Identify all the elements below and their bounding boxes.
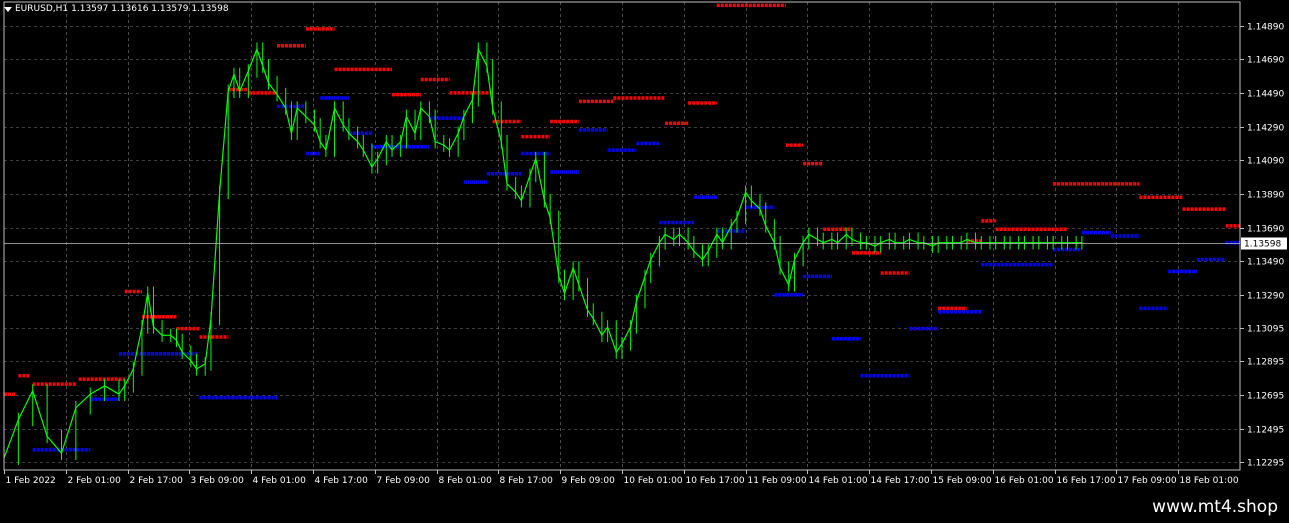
- y-tick-label: 1.13490: [1247, 258, 1284, 268]
- y-tick-label: 1.14090: [1247, 157, 1284, 167]
- x-tick-label: 14 Feb 17:00: [871, 476, 930, 486]
- price-chart[interactable]: 1.14890 1.14690 1.14490 1.14290 1.14090 1.138…: [0, 0, 1289, 494]
- symbol-timeframe: EURUSD,H1: [15, 4, 69, 14]
- footer-bar: [0, 494, 1289, 523]
- chart-header: EURUSD,H1 1.13597 1.13616 1.13579 1.1359…: [4, 4, 229, 14]
- x-tick-label: 14 Feb 01:00: [809, 476, 868, 486]
- y-tick-label: 1.14890: [1247, 23, 1284, 33]
- x-tick-label: 18 Feb 01:00: [1180, 476, 1239, 486]
- x-tick-label: 2 Feb 17:00: [130, 476, 184, 486]
- y-tick-label: 1.12695: [1247, 392, 1284, 402]
- x-tick-label: 10 Feb 17:00: [686, 476, 745, 486]
- x-tick-label: 17 Feb 09:00: [1118, 476, 1177, 486]
- y-tick-label: 1.13890: [1247, 191, 1284, 201]
- chart-background: [0, 0, 1289, 494]
- x-tick-label: 4 Feb 17:00: [315, 476, 369, 486]
- current-price-label: 1.13598: [1244, 240, 1281, 250]
- y-tick-label: 1.13690: [1247, 225, 1284, 235]
- y-tick-label: 1.14690: [1247, 56, 1284, 66]
- x-tick-label: 4 Feb 01:00: [253, 476, 307, 486]
- watermark: www.mt4.shop: [1152, 497, 1278, 517]
- y-tick-label: 1.12895: [1247, 358, 1284, 368]
- x-tick-label: 8 Feb 01:00: [439, 476, 493, 486]
- x-tick-label: 15 Feb 09:00: [933, 476, 992, 486]
- x-tick-label: 16 Feb 17:00: [1057, 476, 1116, 486]
- x-tick-label: 9 Feb 09:00: [562, 476, 616, 486]
- x-tick-label: 3 Feb 09:00: [191, 476, 245, 486]
- x-tick-label: 10 Feb 01:00: [624, 476, 683, 486]
- y-tick-label: 1.12495: [1247, 426, 1284, 436]
- x-tick-label: 2 Feb 01:00: [68, 476, 122, 486]
- y-tick-label: 1.12295: [1247, 459, 1284, 469]
- y-tick-label: 1.14490: [1247, 90, 1284, 100]
- y-tick-label: 1.13095: [1247, 325, 1284, 335]
- x-tick-label: 11 Feb 09:00: [748, 476, 807, 486]
- x-tick-label: 7 Feb 09:00: [377, 476, 431, 486]
- y-tick-label: 1.13290: [1247, 292, 1284, 302]
- y-tick-label: 1.14290: [1247, 124, 1284, 134]
- x-tick-label: 16 Feb 01:00: [995, 476, 1054, 486]
- x-tick-label: 1 Feb 2022: [6, 476, 56, 486]
- ohlc-quotes: 1.13597 1.13616 1.13579 1.13598: [71, 4, 229, 14]
- x-tick-label: 8 Feb 17:00: [500, 476, 554, 486]
- dropdown-triangle-icon[interactable]: [4, 6, 12, 12]
